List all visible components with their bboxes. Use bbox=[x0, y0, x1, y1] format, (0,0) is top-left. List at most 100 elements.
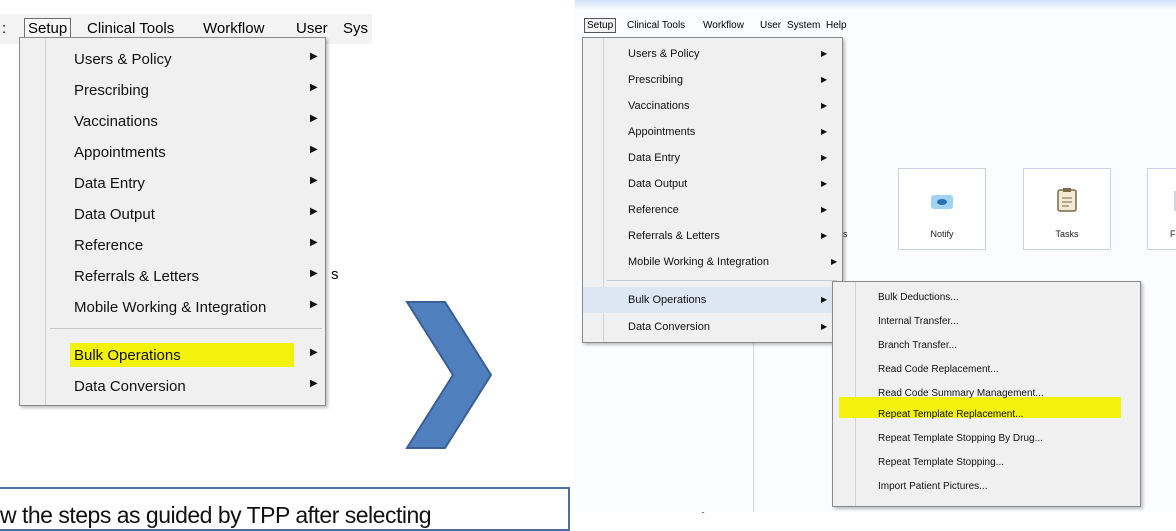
submenu-arrow-icon: ▶ bbox=[821, 101, 828, 110]
menu-item-label: Mobile Working & Integration bbox=[74, 299, 267, 316]
submenu-arrow-icon: ▶ bbox=[310, 237, 318, 248]
menu-item-vaccinations[interactable]: Vaccinations ▶ bbox=[583, 93, 842, 119]
submenu-arrow-icon: ▶ bbox=[821, 127, 828, 136]
menu-user[interactable]: User bbox=[296, 20, 328, 37]
setup-dropdown-menu: Users & Policy ▶ Prescribing ▶ Vaccination… bbox=[582, 37, 843, 343]
chevron-right-arrow-icon bbox=[405, 301, 493, 449]
menu-item-users-policy[interactable]: Users & Policy ▶ bbox=[583, 41, 842, 67]
submenu-arrow-icon: ▶ bbox=[310, 378, 318, 389]
right-screenshot: Setup Clinical Tools Workflow User Syste… bbox=[575, 0, 1176, 512]
menu-item-data-output[interactable]: Data Output ▶ bbox=[20, 199, 325, 230]
submenu-item-repeat-template-stopping[interactable]: Repeat Template Stopping... bbox=[878, 457, 1004, 479]
menu-item-label: Bulk Operations bbox=[628, 294, 707, 306]
menubar-fragment: : bbox=[2, 20, 7, 37]
menu-item-label: Prescribing bbox=[628, 74, 684, 86]
menu-item-appointments[interactable]: Appointments ▶ bbox=[583, 119, 842, 145]
submenu-item-repeat-template-replacement[interactable]: Repeat Template Replacement... bbox=[878, 409, 1023, 431]
menu-item-label: Appointments bbox=[628, 126, 696, 138]
menu-item-label: Referrals & Letters bbox=[74, 268, 200, 285]
menu-item-label: Data Conversion bbox=[628, 321, 710, 333]
menu-item-label: Vaccinations bbox=[74, 113, 158, 130]
right-menubar: Setup Clinical Tools Workflow User Syste… bbox=[575, 14, 1176, 36]
menu-item-label: Data Entry bbox=[74, 175, 145, 192]
submenu-item-bulk-deductions[interactable]: Bulk Deductions... bbox=[878, 292, 959, 314]
submenu-arrow-icon: ▶ bbox=[821, 49, 828, 58]
tile-partial-right[interactable]: Fo bbox=[1147, 168, 1176, 250]
bulk-operations-submenu: Bulk Deductions... Internal Transfer... … bbox=[832, 281, 1141, 507]
submenu-item-import-patient-pictures[interactable]: Import Patient Pictures... bbox=[878, 481, 988, 503]
submenu-item-internal-transfer[interactable]: Internal Transfer... bbox=[878, 316, 959, 338]
menu-setup[interactable]: Setup bbox=[24, 18, 72, 39]
submenu-arrow-icon: ▶ bbox=[310, 347, 318, 358]
title-strip bbox=[575, 0, 1176, 10]
tile-label: s bbox=[843, 229, 848, 239]
menu-workflow[interactable]: Workflow bbox=[703, 20, 744, 31]
left-screenshot: : Setup Clinical Tools Workflow User Sys… bbox=[0, 0, 372, 425]
submenu-arrow-icon: ▶ bbox=[310, 144, 318, 155]
submenu-arrow-icon: ▶ bbox=[821, 322, 828, 331]
menu-clinical-tools[interactable]: Clinical Tools bbox=[627, 20, 685, 31]
notify-icon bbox=[931, 195, 953, 209]
menu-user[interactable]: User bbox=[760, 20, 781, 31]
menu-system[interactable]: Sys bbox=[343, 20, 368, 37]
menu-item-appointments[interactable]: Appointments ▶ bbox=[20, 137, 325, 168]
submenu-item-read-code-replacement[interactable]: Read Code Replacement... bbox=[878, 364, 999, 386]
menu-item-referrals-letters[interactable]: Referrals & Letters ▶ bbox=[583, 223, 842, 249]
tile-label: Tasks bbox=[1055, 229, 1079, 239]
menu-item-mobile-working[interactable]: Mobile Working & Integration ▶ bbox=[20, 292, 325, 323]
tile-label: Fo bbox=[1170, 229, 1176, 239]
submenu-arrow-icon: ▶ bbox=[310, 206, 318, 217]
menu-item-label: Vaccinations bbox=[628, 100, 690, 112]
menu-workflow[interactable]: Workflow bbox=[203, 20, 264, 37]
submenu-arrow-icon: ▶ bbox=[821, 75, 828, 84]
submenu-arrow-icon: ▶ bbox=[831, 257, 838, 266]
tile-tasks[interactable]: Tasks bbox=[1023, 168, 1111, 250]
menu-item-reference[interactable]: Reference ▶ bbox=[583, 197, 842, 223]
menu-item-data-entry[interactable]: Data Entry ▶ bbox=[20, 168, 325, 199]
setup-dropdown-menu: Users & Policy ▶ Prescribing ▶ Vaccination… bbox=[19, 37, 326, 406]
menu-item-data-output[interactable]: Data Output ▶ bbox=[583, 171, 842, 197]
submenu-arrow-icon: ▶ bbox=[310, 268, 318, 279]
menu-item-label: Reference bbox=[628, 204, 679, 216]
menu-separator bbox=[50, 328, 322, 329]
menu-separator bbox=[607, 280, 837, 281]
submenu-arrow-icon: ▶ bbox=[310, 175, 318, 186]
menu-setup[interactable]: Setup bbox=[584, 18, 617, 33]
menu-item-vaccinations[interactable]: Vaccinations ▶ bbox=[20, 106, 325, 137]
menu-item-prescribing[interactable]: Prescribing ▶ bbox=[20, 75, 325, 106]
submenu-arrow-icon: ▶ bbox=[310, 51, 318, 62]
submenu-arrow-icon: ▶ bbox=[821, 231, 828, 240]
submenu-item-read-code-summary[interactable]: Read Code Summary Management... bbox=[878, 388, 1044, 410]
menu-item-mobile-working[interactable]: Mobile Working & Integration ▶ bbox=[583, 249, 842, 275]
menu-item-bulk-operations[interactable]: Bulk Operations ▶ bbox=[20, 340, 325, 371]
menu-item-label: Data Conversion bbox=[74, 378, 186, 395]
tasks-icon bbox=[1057, 188, 1077, 212]
menu-help[interactable]: Help bbox=[826, 20, 847, 31]
menu-item-users-policy[interactable]: Users & Policy ▶ bbox=[20, 44, 325, 75]
menu-item-label: Appointments bbox=[74, 144, 166, 161]
menu-item-label: Users & Policy bbox=[628, 48, 700, 60]
menu-item-label: Mobile Working & Integration bbox=[628, 256, 770, 268]
menu-item-label: Data Output bbox=[628, 178, 688, 190]
menu-item-data-conversion[interactable]: Data Conversion ▶ bbox=[20, 371, 325, 402]
menu-item-prescribing[interactable]: Prescribing ▶ bbox=[583, 67, 842, 93]
menu-item-reference[interactable]: Reference ▶ bbox=[20, 230, 325, 261]
menu-clinical-tools[interactable]: Clinical Tools bbox=[87, 20, 174, 37]
menu-item-label: Data Output bbox=[74, 206, 155, 223]
submenu-arrow-icon: ▶ bbox=[821, 295, 828, 304]
menu-item-data-entry[interactable]: Data Entry ▶ bbox=[583, 145, 842, 171]
menu-item-label: Reference bbox=[74, 237, 144, 254]
submenu-arrow-icon: ▶ bbox=[310, 113, 318, 124]
menu-system[interactable]: System bbox=[787, 20, 820, 31]
caption-text: w the steps as guided by TPP after selec… bbox=[0, 502, 432, 528]
menu-item-referrals-letters[interactable]: Referrals & Letters ▶ bbox=[20, 261, 325, 292]
menu-item-bulk-operations[interactable]: Bulk Operations ▶ bbox=[583, 287, 842, 313]
submenu-item-branch-transfer[interactable]: Branch Transfer... bbox=[878, 340, 957, 362]
menu-item-label: Data Entry bbox=[628, 152, 680, 164]
menu-gutter bbox=[855, 282, 856, 506]
menu-item-label: Users & Policy bbox=[74, 51, 172, 68]
menu-item-data-conversion[interactable]: Data Conversion ▶ bbox=[583, 314, 842, 340]
submenu-item-repeat-template-stopping-by-drug[interactable]: Repeat Template Stopping By Drug... bbox=[878, 433, 1043, 455]
menu-item-label: Referrals & Letters bbox=[628, 230, 720, 242]
tile-notify[interactable]: Notify bbox=[898, 168, 986, 250]
